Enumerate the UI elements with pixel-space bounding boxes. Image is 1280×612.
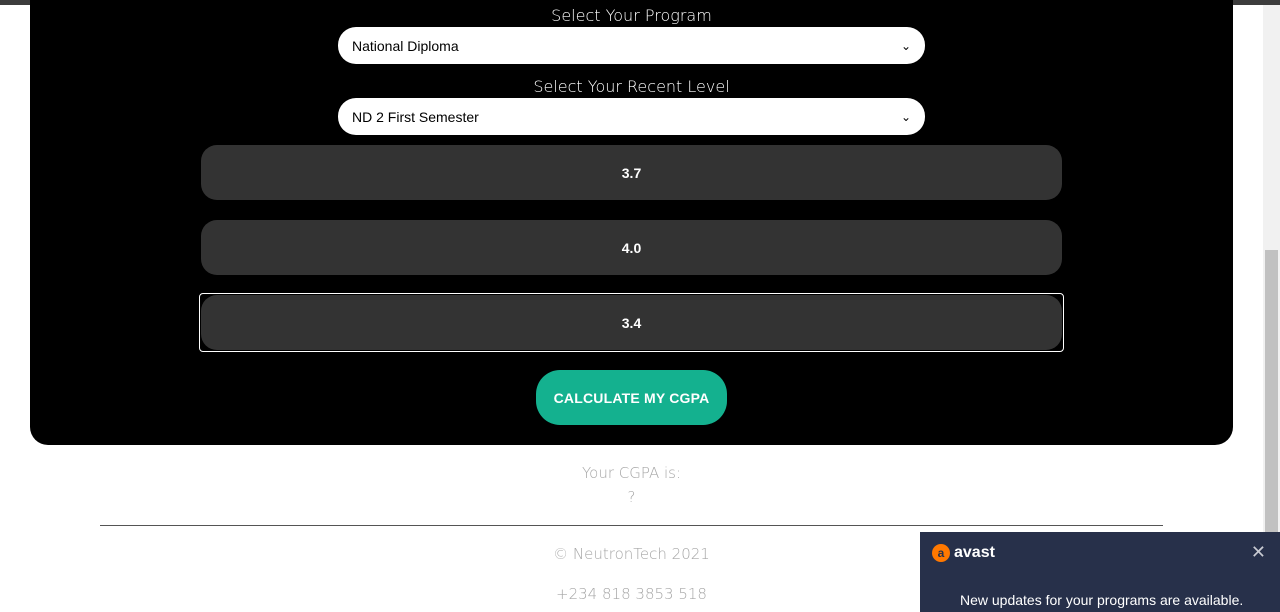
calculate-cgpa-button[interactable]: CALCULATE MY CGPA <box>536 370 727 425</box>
gpa-input-2[interactable]: 4.0 <box>201 220 1062 275</box>
chevron-down-icon: ⌄ <box>900 109 911 124</box>
avast-notification-popup[interactable]: a avast ✕ New updates for your programs … <box>920 532 1280 612</box>
chevron-down-icon: ⌄ <box>900 38 911 53</box>
level-select[interactable]: ND 2 First Semester ⌄ <box>338 98 925 135</box>
avast-logo: a avast <box>932 544 995 562</box>
gpa-input-3[interactable]: 3.4 <box>201 295 1062 350</box>
program-select[interactable]: National Diploma ⌄ <box>338 27 925 64</box>
close-icon[interactable]: ✕ <box>1251 542 1266 563</box>
program-selected-value: National Diploma <box>352 37 459 54</box>
avast-logo-icon: a <box>932 544 950 562</box>
avast-message[interactable]: New updates for your programs are availa… <box>960 592 1243 608</box>
page-scrollbar[interactable] <box>1263 5 1280 612</box>
gpa-input-1[interactable]: 3.7 <box>201 145 1062 200</box>
scrollbar-thumb[interactable] <box>1265 250 1278 540</box>
avast-brand-text: avast <box>954 544 995 561</box>
footer-divider <box>100 525 1163 526</box>
program-label: Select Your Program <box>551 6 712 25</box>
level-label: Select Your Recent Level <box>533 77 730 96</box>
level-selected-value: ND 2 First Semester <box>352 108 479 125</box>
cgpa-result-label: Your CGPA is: <box>581 464 682 482</box>
cgpa-result-value: ? <box>627 488 636 506</box>
